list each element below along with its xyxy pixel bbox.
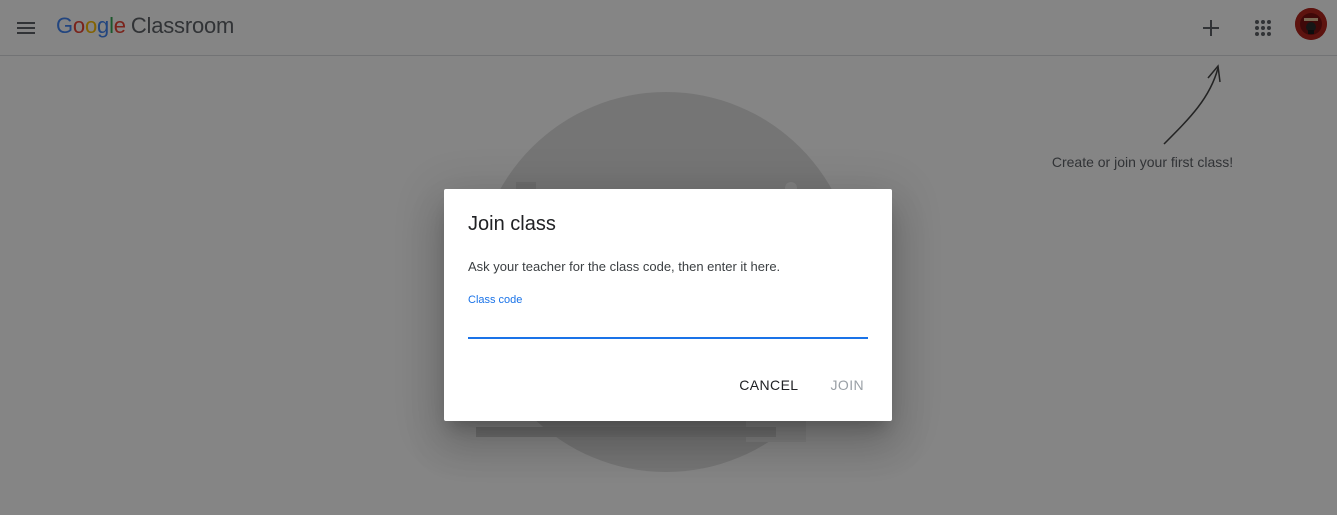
class-code-input[interactable] xyxy=(468,307,868,339)
dialog-description: Ask your teacher for the class code, the… xyxy=(468,259,781,274)
dialog-title: Join class xyxy=(468,213,556,235)
cancel-button[interactable]: CANCEL xyxy=(727,369,810,401)
join-button[interactable]: JOIN xyxy=(819,369,877,401)
join-class-dialog: Join class Ask your teacher for the clas… xyxy=(444,189,892,421)
class-code-label: Class code xyxy=(468,294,523,306)
dialog-actions: CANCEL JOIN xyxy=(727,369,876,401)
